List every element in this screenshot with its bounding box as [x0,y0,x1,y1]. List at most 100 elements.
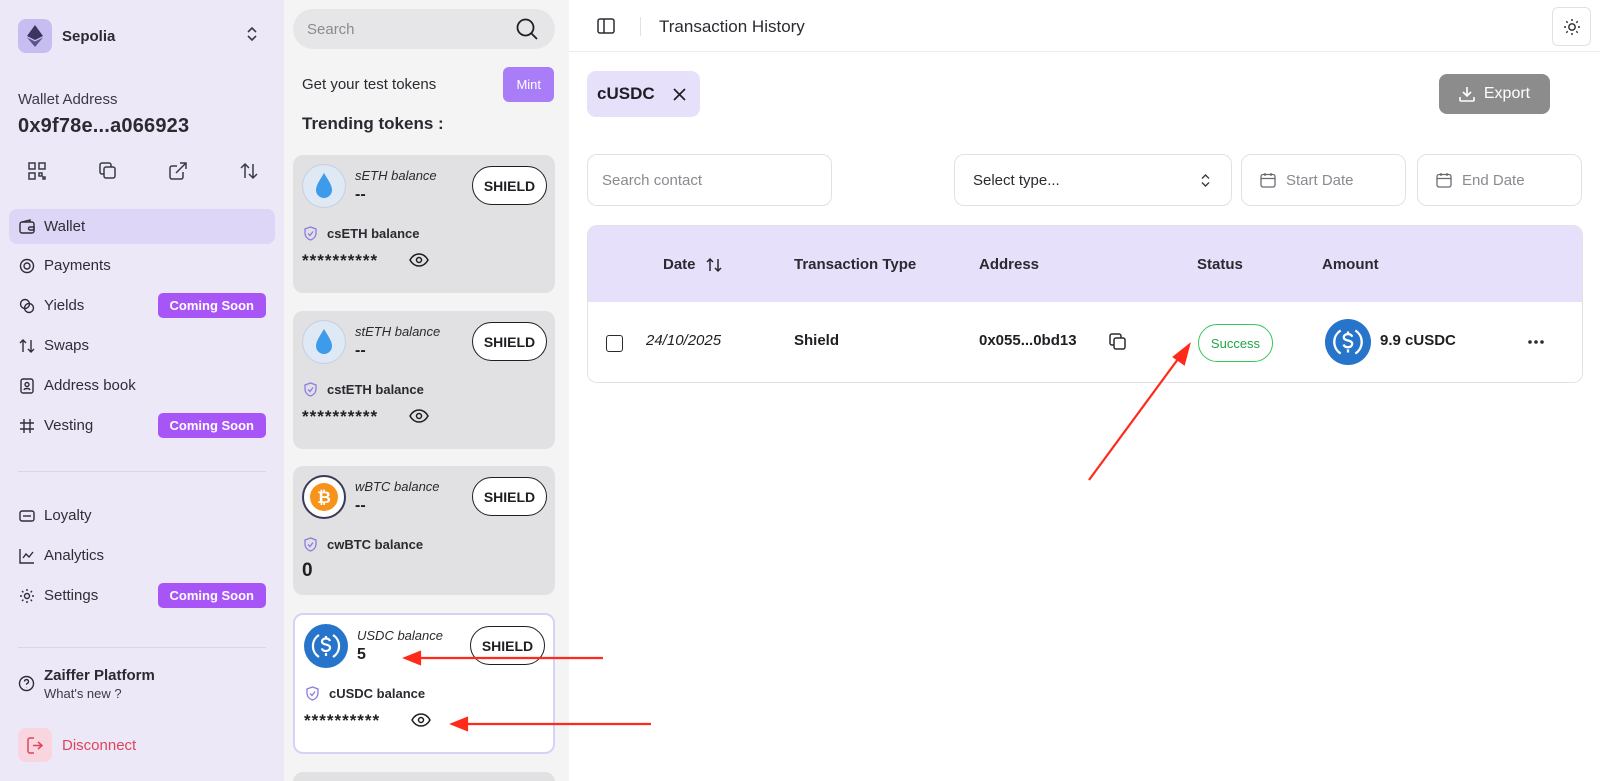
sidebar-item-yields[interactable]: Yields Coming Soon [9,288,275,323]
more-options-icon[interactable] [1528,331,1544,349]
top-bar: Transaction History [569,0,1600,52]
platform-title: Zaiffer Platform [44,667,155,684]
sidebar-item-label: Address book [44,377,136,394]
export-label: Export [1483,85,1531,102]
hidden-balance: ********** [302,251,379,270]
tokens-panel: Get your test tokens Mint Trending token… [284,0,569,781]
column-address: Address [979,256,1040,273]
shield-check-icon [304,537,317,552]
search-contact-input[interactable] [602,171,831,189]
hidden-balance: ********** [304,711,381,730]
shield-check-icon [304,382,317,397]
eth-drop-icon [302,320,346,364]
transactions-table: Date Transaction Type Address Status Amo… [587,225,1583,383]
logout-icon [18,728,52,762]
help-circle-icon [18,675,35,692]
shield-button[interactable]: SHIELD [472,322,547,361]
shield-button[interactable]: SHIELD [472,166,547,205]
sidebar-item-label: Wallet [44,218,86,235]
mint-button[interactable]: Mint [503,67,554,102]
hash-icon [18,417,35,434]
download-icon [1459,87,1475,102]
coming-soon-badge: Coming Soon [157,583,266,608]
token-search-input[interactable] [307,20,507,38]
sidebar-toggle-icon[interactable] [597,17,615,40]
sidebar-item-analytics[interactable]: Analytics [9,538,275,573]
eth-drop-icon [302,164,346,208]
token-filter-chip: cUSDC [587,71,700,117]
search-contact-field [587,154,832,206]
sort-icon [705,257,722,273]
row-checkbox[interactable] [606,335,623,352]
close-icon[interactable] [673,87,686,101]
confidential-balance-label: cUSDC balance [329,686,426,701]
sidebar-item-wallet[interactable]: Wallet [9,209,275,244]
copy-icon[interactable] [1109,333,1127,351]
token-balance: -- [355,186,366,203]
qr-code-icon[interactable] [26,160,48,182]
shield-check-icon [306,686,319,701]
table-row[interactable]: 24/10/2025 Shield 0x055...0bd13 Success … [588,302,1582,382]
swap-arrows-icon[interactable] [238,160,260,182]
token-card-wbtc: ₿ wBTC balance -- SHIELD cwBTC balance 0 [293,466,555,595]
token-balance-label: USDC balance [357,628,443,643]
row-date: 24/10/2025 [646,332,722,349]
card-icon [18,507,35,524]
row-amount: 9.9 cUSDC [1380,332,1456,349]
select-type-value: Select type... [973,171,1060,189]
sidebar-item-label: Swaps [44,337,90,354]
chart-line-icon [18,547,35,564]
sidebar-item-label: Analytics [44,547,105,564]
eye-icon[interactable] [409,253,429,272]
sidebar-item-address-book[interactable]: Address book [9,368,275,403]
row-type: Shield [794,332,840,349]
sidebar-item-settings[interactable]: Settings Coming Soon [9,578,275,613]
calendar-icon [1260,172,1276,188]
sidebar: Sepolia Wallet Address 0x9f78e...a066923… [0,0,284,781]
start-date-field[interactable]: Start Date [1241,154,1406,206]
end-date-field[interactable]: End Date [1417,154,1582,206]
theme-toggle-button[interactable] [1552,7,1591,46]
network-selector[interactable]: Sepolia [18,19,268,53]
sidebar-item-label: Yields [44,297,85,314]
export-button[interactable]: Export [1439,74,1550,114]
search-icon[interactable] [515,17,539,46]
wallet-address-label: Wallet Address [18,91,118,108]
filter-chip-label: cUSDC [597,84,655,103]
confidential-balance-label: cwBTC balance [327,537,424,552]
shield-button[interactable]: SHIELD [472,477,547,516]
start-date-placeholder: Start Date [1286,171,1354,189]
usdc-icon [304,624,348,668]
usdc-icon [1325,319,1371,365]
sidebar-item-loyalty[interactable]: Loyalty [9,498,275,533]
token-search [293,9,555,49]
external-link-icon[interactable] [167,160,189,182]
chevron-up-down-icon [1200,173,1211,188]
sidebar-item-payments[interactable]: Payments [9,248,275,283]
column-date[interactable]: Date [663,256,722,273]
sidebar-item-label: Payments [44,257,111,274]
token-card-usdc[interactable]: USDC balance 5 SHIELD cUSDC balance ****… [293,613,555,754]
calendar-icon [1436,172,1452,188]
whats-new-link[interactable]: Zaiffer Platform What's new ? [18,667,155,701]
disconnect-button[interactable]: Disconnect [18,728,136,762]
token-balance: -- [355,342,366,359]
coming-soon-badge: Coming Soon [157,293,266,318]
eye-icon[interactable] [411,713,431,732]
copy-icon[interactable] [97,160,119,182]
eye-icon[interactable] [409,409,429,428]
test-tokens-row: Get your test tokens Mint [302,67,554,102]
sidebar-item-vesting[interactable]: Vesting Coming Soon [9,408,275,443]
sidebar-item-swaps[interactable]: Swaps [9,328,275,363]
wallet-quick-actions [26,160,260,182]
token-balance-label: wBTC balance [355,479,440,494]
sidebar-item-label: Settings [44,587,99,604]
token-balance: -- [355,497,366,514]
confidential-row: cUSDC balance [306,686,425,701]
shield-button[interactable]: SHIELD [470,626,545,665]
gear-icon [18,587,35,604]
disconnect-label: Disconnect [62,736,137,754]
transaction-type-select[interactable]: Select type... [954,154,1232,206]
ethereum-icon [18,19,52,53]
row-address: 0x055...0bd13 [979,332,1077,349]
